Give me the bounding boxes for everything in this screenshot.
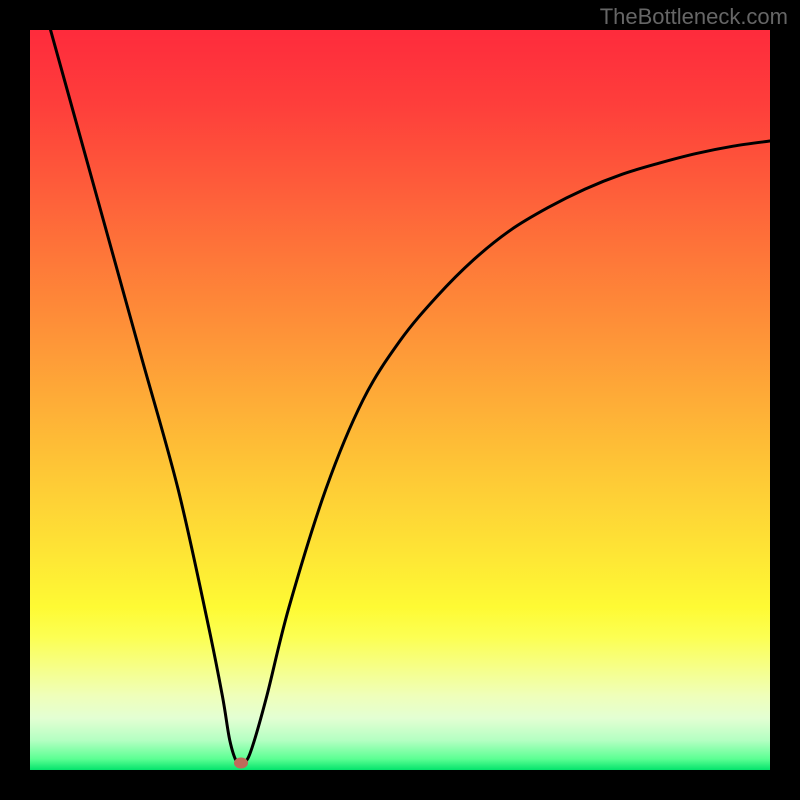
optimum-marker [234,757,248,768]
watermark-text: TheBottleneck.com [600,4,788,30]
plot-area [30,30,770,770]
bottleneck-curve [30,30,770,770]
